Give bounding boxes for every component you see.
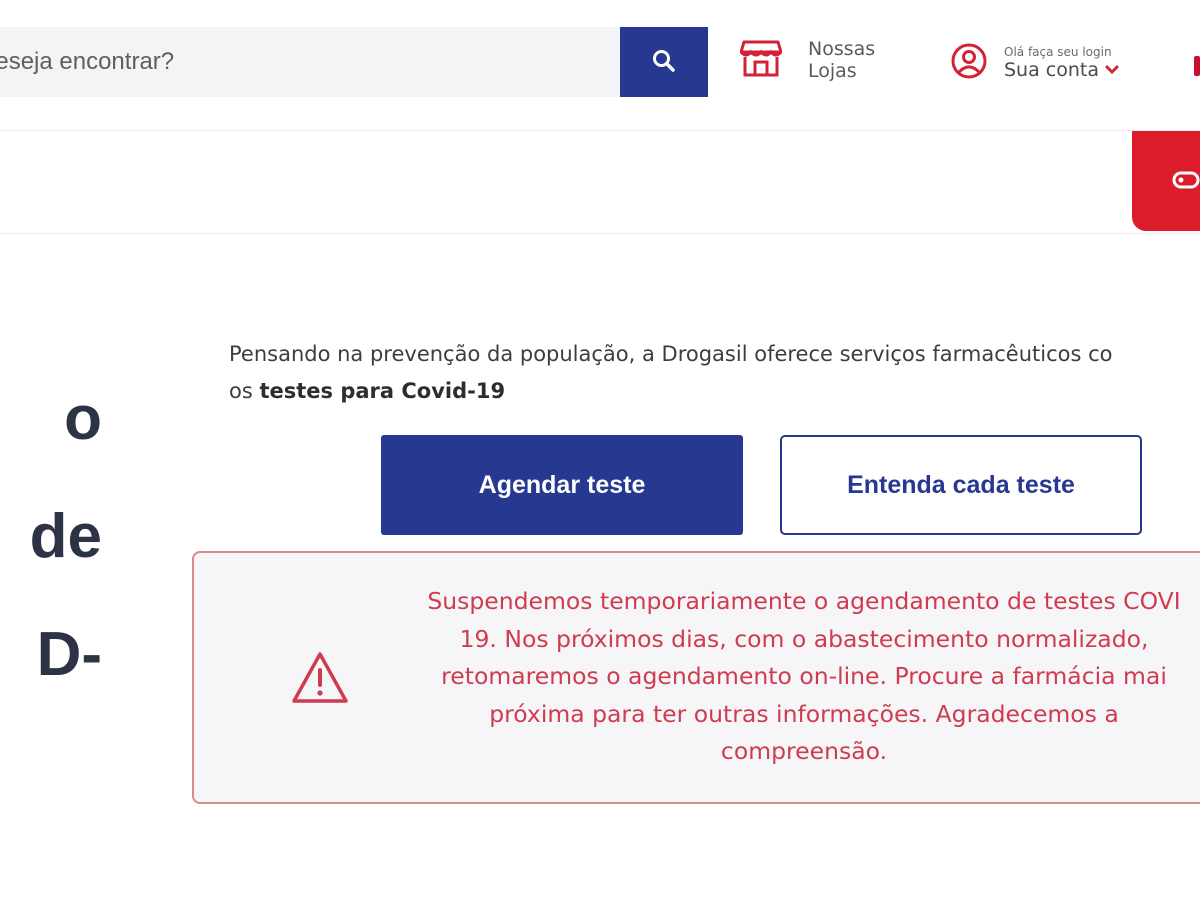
intro-line-2: os testes para Covid-19 [229, 373, 1200, 410]
cart-icon[interactable] [1194, 56, 1200, 76]
user-circle-icon [950, 42, 988, 84]
alert-line: compreensão. [720, 737, 888, 765]
alert-message: Suspendemos temporariamente o agendament… [344, 583, 1200, 771]
intro-line-2-prefix: os [229, 379, 260, 403]
intro-line-1: Pensando na prevenção da população, a Dr… [229, 342, 1113, 366]
page-title-line: de [29, 502, 102, 571]
alert-line: retomaremos o agendamento on-line. Procu… [441, 662, 1167, 690]
account-greeting: Olá faça seu login [1004, 45, 1112, 59]
page-title: o de D- [0, 360, 160, 714]
tag-icon [1172, 171, 1200, 193]
chevron-down-icon [1105, 65, 1119, 75]
stores-label-line1: Nossas [808, 38, 876, 60]
stores-label-line2: Lojas [808, 60, 857, 82]
stores-label: Nossas Lojas [808, 38, 898, 82]
intro-text: Pensando na prevenção da população, a Dr… [229, 336, 1200, 410]
alert-line: Suspendemos temporariamente o agendament… [427, 587, 1181, 615]
account-label-row: Sua conta [1004, 59, 1119, 81]
stores-link[interactable]: Nossas Lojas [739, 38, 898, 82]
nav-divider [0, 233, 1200, 234]
page-title-line: o [64, 384, 102, 453]
suspension-alert: Suspendemos temporariamente o agendament… [192, 551, 1200, 804]
page-title-line: D- [36, 620, 102, 689]
understand-tests-button[interactable]: Entenda cada teste [780, 435, 1142, 535]
search-icon [651, 48, 677, 77]
alert-line: próxima para ter outras informações. Agr… [489, 699, 1119, 728]
alert-line: 19. Nos próximos dias, com o abastecimen… [459, 624, 1149, 653]
nav-band [0, 131, 1200, 233]
promo-tab[interactable] [1132, 131, 1200, 231]
search-input[interactable] [0, 27, 582, 97]
warning-icon [290, 650, 350, 710]
schedule-test-button[interactable]: Agendar teste [381, 435, 743, 535]
intro-bold: testes para Covid-19 [259, 379, 506, 403]
account-label: Sua conta [1004, 59, 1099, 81]
header: Nossas Lojas Olá faça seu login Sua cont… [0, 0, 1200, 130]
account-texts: Olá faça seu login Sua conta [1004, 45, 1119, 81]
search-button[interactable] [620, 27, 708, 97]
page: Nossas Lojas Olá faça seu login Sua cont… [0, 0, 1200, 900]
store-icon [739, 38, 783, 82]
account-menu[interactable]: Olá faça seu login Sua conta [950, 42, 1119, 84]
search-box[interactable] [0, 27, 620, 97]
